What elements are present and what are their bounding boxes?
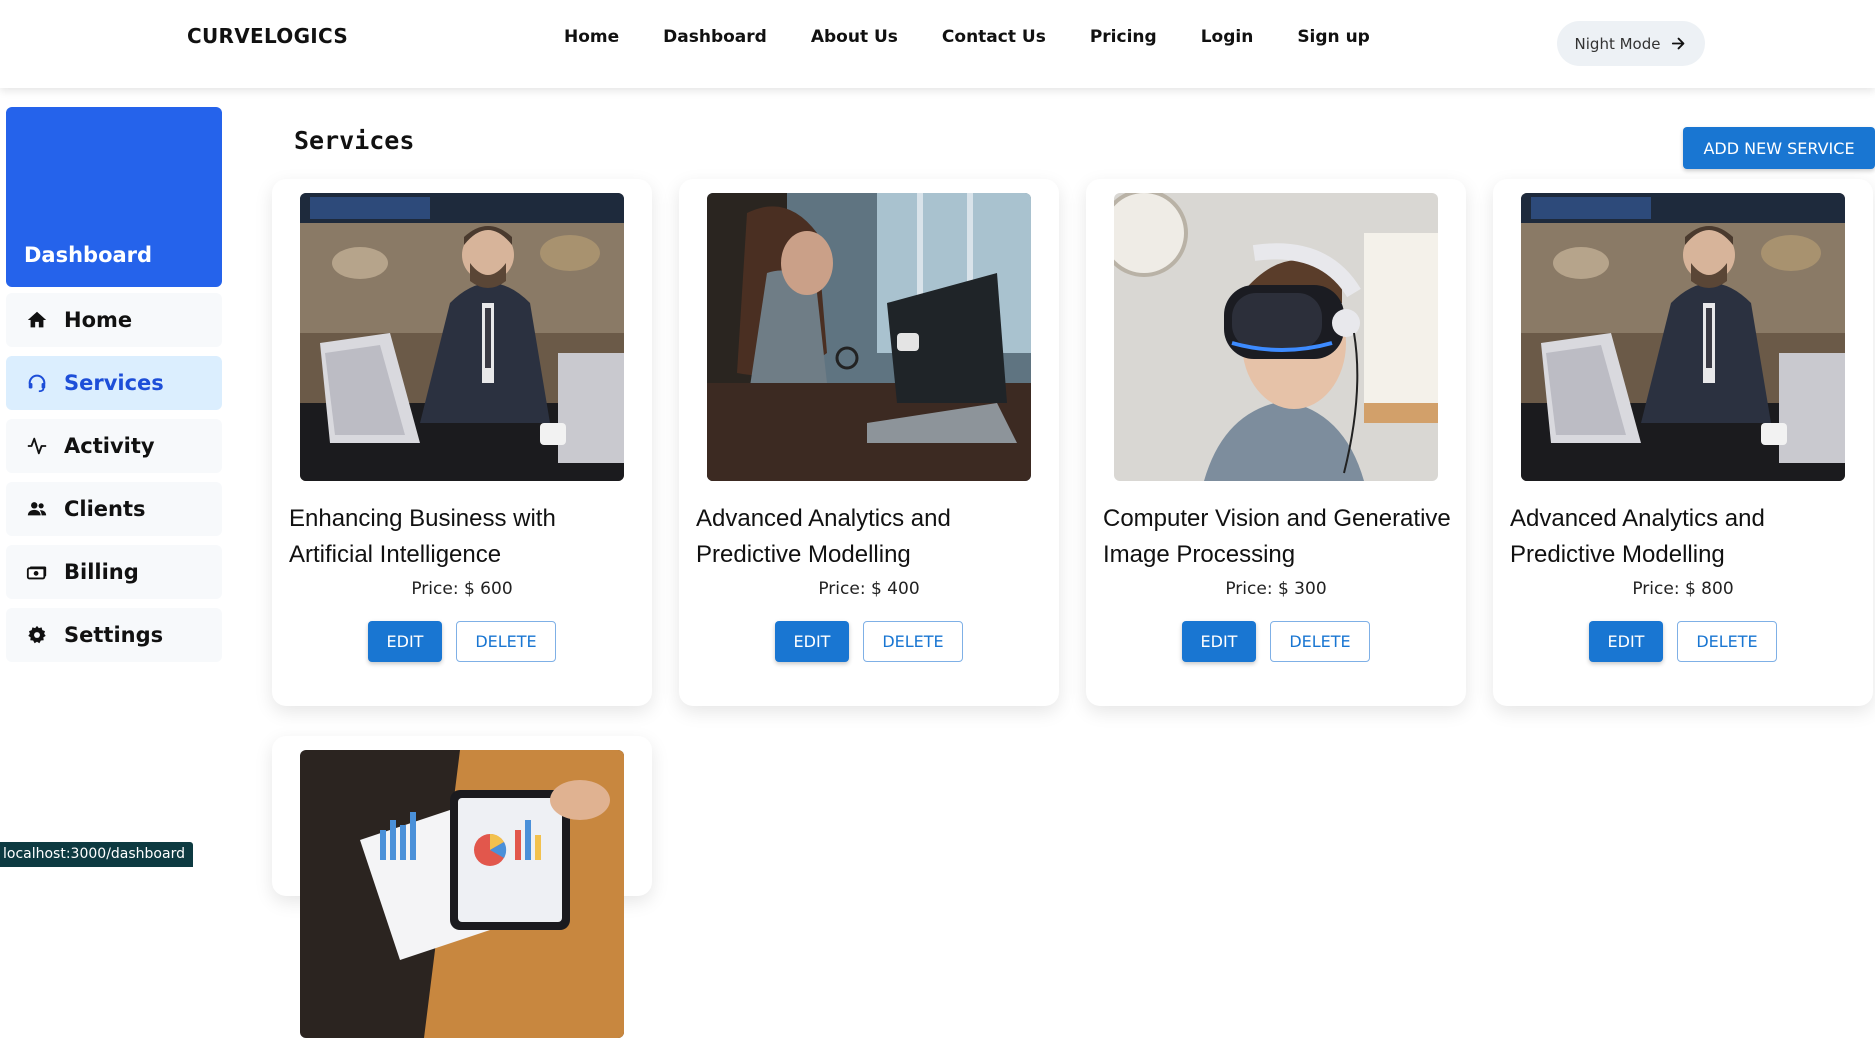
service-title: Advanced Analytics and Predictive Modell… (696, 505, 951, 568)
edit-button[interactable]: EDIT (775, 621, 849, 662)
delete-button[interactable]: DELETE (863, 621, 963, 662)
edit-button[interactable]: EDIT (1182, 621, 1256, 662)
add-new-service-button[interactable]: ADD NEW SERVICE (1683, 127, 1875, 169)
sidebar-item-label: Settings (64, 623, 164, 647)
activity-icon (24, 433, 50, 459)
gear-icon (24, 622, 50, 648)
sidebar-item-settings[interactable]: Settings (6, 608, 222, 662)
arrow-right-icon (1672, 37, 1685, 50)
service-title: Enhancing Business with Artificial Intel… (289, 505, 556, 568)
card-actions: EDIT DELETE (272, 621, 652, 662)
service-card: Advanced Analytics and Predictive Modell… (1493, 179, 1873, 706)
woman-laptop-image (707, 193, 1031, 481)
browser-status-url: localhost:3000/dashboard (0, 842, 193, 867)
sidebar-item-label: Services (64, 371, 164, 395)
nav-link-signup[interactable]: Sign up (1297, 27, 1370, 47)
sidebar-item-activity[interactable]: Activity (6, 419, 222, 473)
service-price: Price: $ 300 (1225, 579, 1327, 599)
service-card: Advanced Analytics and Predictive Modell… (679, 179, 1059, 706)
nav-link-dashboard[interactable]: Dashboard (663, 27, 767, 47)
sidebar-dashboard-card: Dashboard (6, 107, 222, 287)
sidebar-item-billing[interactable]: Billing (6, 545, 222, 599)
headset-icon (24, 370, 50, 396)
edit-button[interactable]: EDIT (1589, 621, 1663, 662)
service-title: Advanced Analytics and Predictive Modell… (1510, 505, 1765, 568)
service-price: Price: $ 400 (818, 579, 920, 599)
sidebar-item-services[interactable]: Services (6, 356, 222, 410)
card-actions: EDIT DELETE (1493, 621, 1873, 662)
service-card: Computer Vision and Generative Image Pro… (1086, 179, 1466, 706)
card-actions: EDIT DELETE (1086, 621, 1466, 662)
delete-button[interactable]: DELETE (456, 621, 556, 662)
edit-button[interactable]: EDIT (368, 621, 442, 662)
nav-link-login[interactable]: Login (1201, 27, 1254, 47)
night-mode-label: Night Mode (1574, 34, 1661, 53)
sidebar: Dashboard Home Services Activity Clients… (6, 107, 222, 671)
home-icon (24, 307, 50, 333)
delete-button[interactable]: DELETE (1270, 621, 1370, 662)
sidebar-item-label: Billing (64, 560, 139, 584)
businessman-laptop-image (300, 193, 624, 481)
service-card (272, 736, 652, 1038)
delete-button[interactable]: DELETE (1677, 621, 1777, 662)
service-price: Price: $ 800 (1632, 579, 1734, 599)
service-price: Price: $ 600 (411, 579, 513, 599)
people-icon (24, 496, 50, 522)
nav-link-contact[interactable]: Contact Us (942, 27, 1046, 47)
nav-link-pricing[interactable]: Pricing (1090, 27, 1157, 47)
top-navbar: CURVELOGICS Home Dashboard About Us Cont… (0, 0, 1875, 88)
money-icon (24, 559, 50, 585)
sidebar-item-label: Home (64, 308, 133, 332)
vr-headset-boy-image (1114, 193, 1438, 481)
sidebar-item-label: Activity (64, 434, 155, 458)
sidebar-item-label: Clients (64, 497, 146, 521)
sidebar-dashboard-title: Dashboard (24, 243, 153, 267)
service-title: Computer Vision and Generative Image Pro… (1103, 505, 1451, 568)
night-mode-button[interactable]: Night Mode (1557, 21, 1705, 66)
charts-tablet-image (300, 750, 624, 1038)
businessman-laptop-image (1521, 193, 1845, 481)
page-title: Services (294, 126, 415, 155)
sidebar-item-clients[interactable]: Clients (6, 482, 222, 536)
card-actions: EDIT DELETE (679, 621, 1059, 662)
service-card: Enhancing Business with Artificial Intel… (272, 179, 652, 706)
nav-link-home[interactable]: Home (564, 27, 619, 47)
brand-logo[interactable]: CURVELOGICS (187, 24, 348, 48)
nav-link-about[interactable]: About Us (811, 27, 898, 47)
nav-links: Home Dashboard About Us Contact Us Prici… (564, 27, 1414, 47)
sidebar-item-home[interactable]: Home (6, 293, 222, 347)
